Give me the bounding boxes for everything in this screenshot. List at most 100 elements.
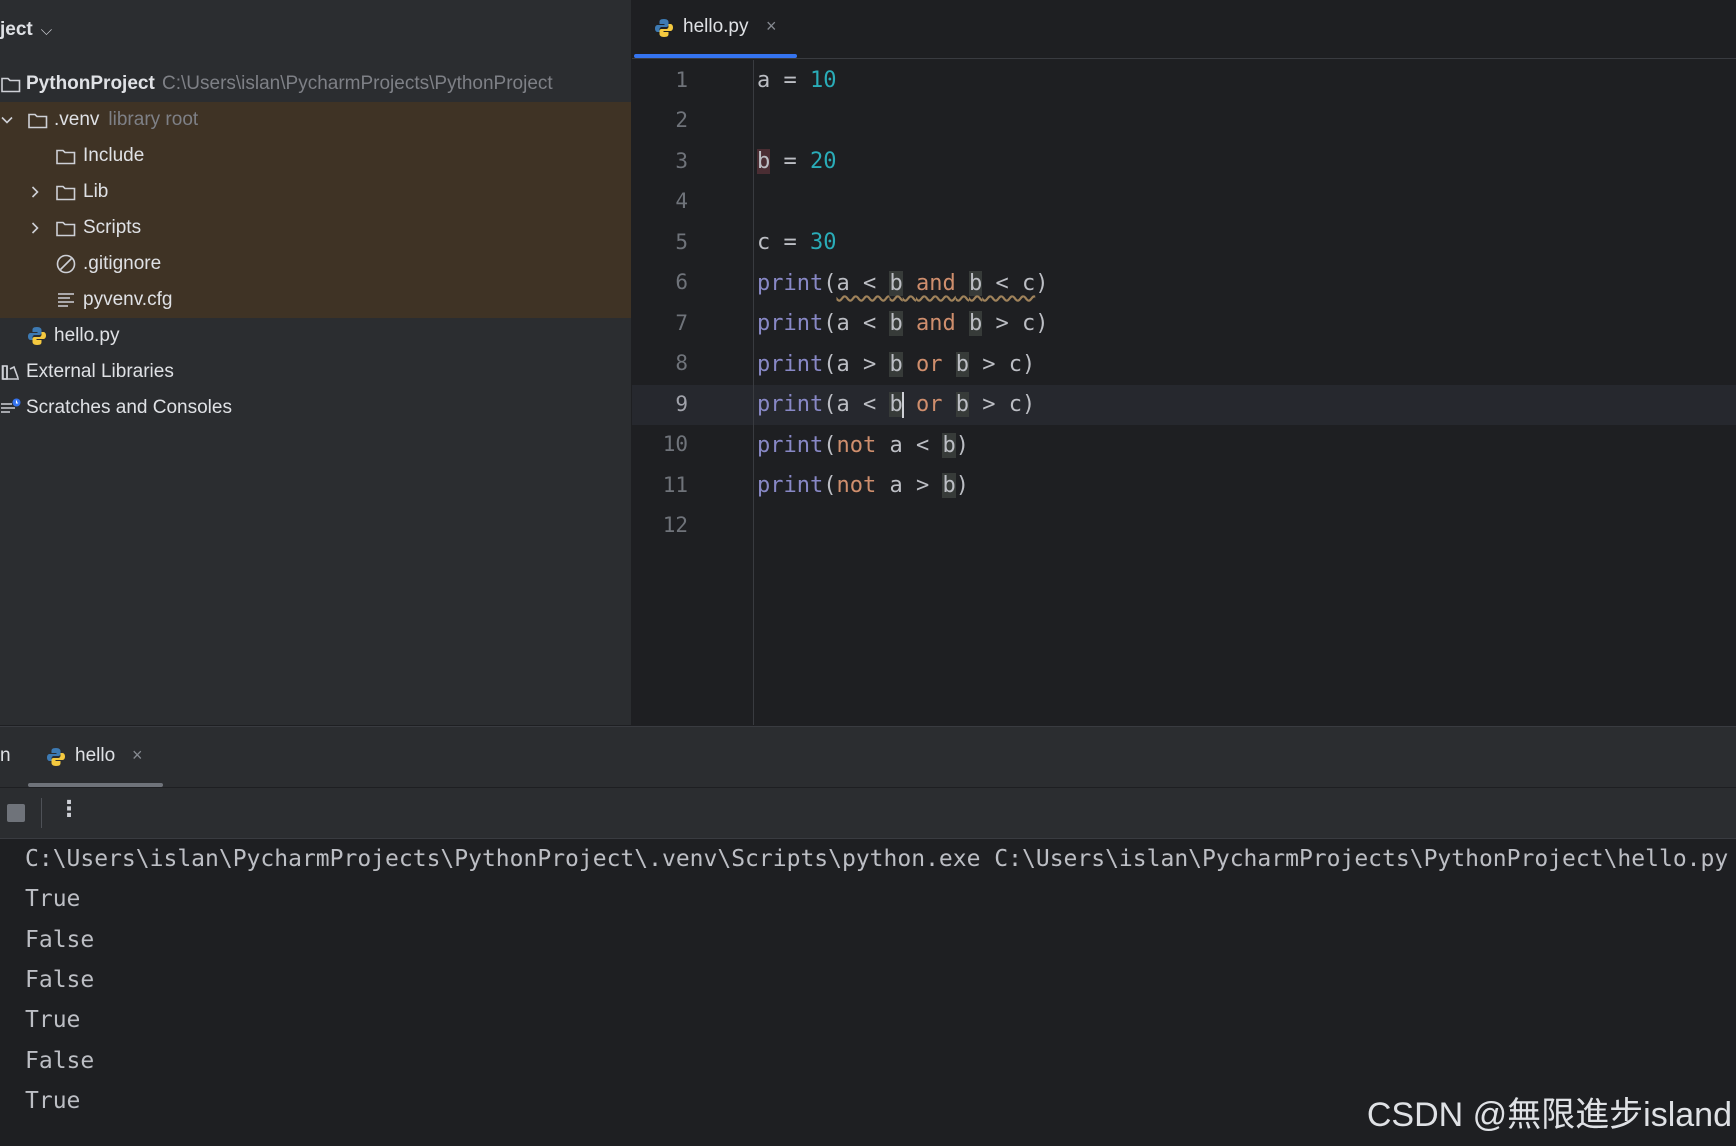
tree-item-label: Scripts bbox=[83, 217, 142, 238]
tree-item-scratches[interactable]: Scratches and Consoles bbox=[0, 390, 631, 426]
tab-label: hello.py bbox=[683, 16, 749, 37]
builtin-function: print bbox=[757, 473, 824, 498]
gutter-separator bbox=[753, 60, 754, 725]
project-view-selector[interactable]: ject ⌵ bbox=[0, 12, 52, 48]
code-line-6[interactable]: print(a < b and b < c) bbox=[757, 264, 1048, 304]
folder-icon bbox=[0, 74, 22, 94]
builtin-function: print bbox=[757, 352, 824, 377]
code-line-11[interactable]: print(not a > b) bbox=[757, 466, 969, 506]
code-line-9[interactable]: print(a < b or b > c) bbox=[757, 385, 1035, 425]
tree-item-pyvenv[interactable]: pyvenv.cfg bbox=[0, 282, 631, 318]
keyword: or bbox=[915, 392, 943, 417]
tree-item-include[interactable]: Include bbox=[0, 138, 631, 174]
tree-item-label: PythonProject bbox=[26, 73, 155, 94]
library-icon bbox=[0, 362, 22, 382]
tree-item-label: hello.py bbox=[54, 325, 120, 346]
tree-item-label: External Libraries bbox=[26, 361, 174, 382]
tab-hello-py[interactable]: hello.py × bbox=[632, 0, 797, 58]
tree-item-label: pyvenv.cfg bbox=[83, 289, 173, 310]
ignored-file-icon bbox=[55, 254, 77, 274]
code-line-1[interactable]: a = 10 bbox=[757, 61, 837, 101]
identifier: a bbox=[757, 68, 771, 93]
identifier: b bbox=[757, 149, 771, 174]
project-path: C:\Users\islan\PycharmProjects\PythonPro… bbox=[162, 73, 553, 94]
keyword: not bbox=[836, 473, 877, 498]
console-line: False bbox=[25, 967, 95, 993]
console-command: C:\Users\islan\PycharmProjects\PythonPro… bbox=[25, 846, 1729, 872]
chevron-down-icon: ⌵ bbox=[40, 21, 53, 39]
close-icon[interactable]: × bbox=[766, 16, 777, 37]
tree-item-label: .gitignore bbox=[83, 253, 162, 274]
active-tab-indicator bbox=[28, 783, 163, 787]
project-sidebar: ject ⌵ PythonProject C:\Users\islan\Pych… bbox=[0, 0, 632, 725]
chevron-down-icon[interactable] bbox=[0, 113, 14, 127]
text-caret bbox=[901, 392, 904, 418]
line-number: 2 bbox=[675, 108, 688, 132]
tree-item-python-project[interactable]: PythonProject C:\Users\islan\PycharmProj… bbox=[0, 66, 631, 102]
builtin-function: print bbox=[757, 311, 824, 336]
builtin-function: print bbox=[757, 392, 824, 417]
tree-item-label: .venv bbox=[54, 109, 100, 130]
close-icon[interactable]: × bbox=[132, 745, 143, 766]
line-number: 1 bbox=[675, 68, 688, 92]
console-line: False bbox=[25, 927, 95, 953]
identifier: c bbox=[757, 230, 771, 255]
watermark: CSDN @無限進步island bbox=[1366, 1096, 1732, 1134]
library-root-hint: library root bbox=[108, 109, 199, 130]
console-line: True bbox=[25, 1007, 81, 1033]
keyword: not bbox=[836, 433, 877, 458]
tree-item-gitignore[interactable]: .gitignore bbox=[0, 246, 631, 282]
run-tab-bar: n hello × bbox=[0, 727, 1736, 787]
line-number: 5 bbox=[675, 230, 688, 254]
operator: = bbox=[770, 149, 810, 174]
python-file-icon bbox=[46, 747, 66, 772]
run-tab-hello[interactable]: hello × bbox=[28, 727, 163, 787]
tree-item-venv[interactable]: .venv library root bbox=[0, 102, 631, 138]
operator: = bbox=[770, 230, 810, 255]
code-line-3[interactable]: b = 20 bbox=[757, 142, 837, 182]
line-number-gutter: 1 2 3 4 5 6 7 8 9 10 11 12 bbox=[632, 60, 712, 725]
tree-item-lib[interactable]: Lib bbox=[0, 174, 631, 210]
run-tab-label: hello bbox=[75, 745, 116, 766]
run-tool-window: n hello × ⋮ C:\Users\islan\PycharmProjec… bbox=[0, 726, 1736, 1146]
toolbar-divider bbox=[41, 798, 42, 828]
keyword: and bbox=[915, 311, 956, 336]
line-number: 7 bbox=[675, 311, 688, 335]
line-number: 3 bbox=[675, 149, 688, 173]
tree-item-label: Lib bbox=[83, 181, 109, 202]
folder-icon bbox=[55, 146, 77, 166]
line-number: 6 bbox=[675, 270, 688, 294]
tree-item-hello-py[interactable]: hello.py bbox=[0, 318, 631, 354]
folder-icon bbox=[55, 218, 77, 238]
number-literal: 30 bbox=[810, 230, 837, 255]
scratches-icon bbox=[0, 398, 22, 418]
number-literal: 20 bbox=[810, 149, 837, 174]
tree-item-label: Include bbox=[83, 145, 145, 166]
code-line-8[interactable]: print(a > b or b > c) bbox=[757, 345, 1035, 385]
chevron-right-icon[interactable] bbox=[28, 185, 42, 199]
line-number: 12 bbox=[662, 513, 688, 537]
line-number: 4 bbox=[675, 189, 688, 213]
stop-icon[interactable] bbox=[7, 804, 25, 822]
line-number: 8 bbox=[675, 351, 688, 375]
run-toolbar: ⋮ bbox=[0, 788, 1736, 839]
chevron-right-icon[interactable] bbox=[28, 221, 42, 235]
builtin-function: print bbox=[757, 271, 824, 296]
code-editor[interactable]: hello.py × 1 2 3 4 5 6 7 8 9 10 11 12 a … bbox=[632, 0, 1736, 725]
code-line-7[interactable]: print(a < b and b > c) bbox=[757, 304, 1048, 344]
text-file-icon bbox=[55, 290, 77, 310]
code-line-5[interactable]: c = 30 bbox=[757, 223, 837, 263]
python-file-icon bbox=[654, 18, 674, 43]
keyword: and bbox=[915, 271, 956, 296]
number-literal: 10 bbox=[810, 68, 837, 93]
tree-item-scripts[interactable]: Scripts bbox=[0, 210, 631, 246]
editor-tab-bar: hello.py × bbox=[632, 0, 1736, 59]
code-line-10[interactable]: print(not a < b) bbox=[757, 426, 969, 466]
run-panel-title: n bbox=[0, 745, 11, 766]
python-file-icon bbox=[26, 326, 48, 346]
line-number: 10 bbox=[662, 432, 688, 456]
console-line: False bbox=[25, 1048, 95, 1074]
tree-item-external-libraries[interactable]: External Libraries bbox=[0, 354, 631, 390]
more-options-icon[interactable]: ⋮ bbox=[58, 796, 80, 822]
console-line: True bbox=[25, 886, 81, 912]
